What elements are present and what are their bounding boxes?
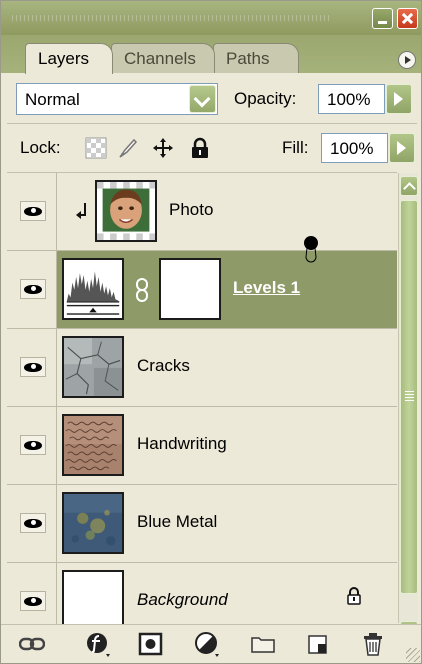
layer-row-photo[interactable]: Photo xyxy=(7,173,397,251)
scroll-up-button[interactable] xyxy=(400,176,418,196)
lock-icon xyxy=(347,587,361,605)
layer-row-blue-metal[interactable]: Blue Metal xyxy=(7,485,397,563)
tab-channels[interactable]: Channels xyxy=(111,43,215,73)
opacity-slider-button[interactable] xyxy=(386,84,412,114)
panel-tabs: Paths Channels Layers xyxy=(1,35,421,74)
layer-row-background[interactable]: Background xyxy=(7,563,397,624)
visibility-toggle[interactable] xyxy=(7,485,57,562)
minimize-button[interactable] xyxy=(372,8,393,29)
layer-name[interactable]: Photo xyxy=(169,200,213,220)
panel-title-bar[interactable] xyxy=(1,1,421,35)
layer-thumbnail xyxy=(62,492,124,554)
delete-layer-icon[interactable] xyxy=(360,631,386,657)
fill-label: Fill: xyxy=(282,138,309,157)
layer-thumbnail xyxy=(62,570,124,624)
eye-icon[interactable] xyxy=(20,435,46,455)
blend-mode-value: Normal xyxy=(25,90,80,109)
layer-row-handwriting[interactable]: Handwriting xyxy=(7,407,397,485)
panel-menu-button[interactable] xyxy=(398,51,416,69)
chevron-down-icon[interactable] xyxy=(189,85,216,113)
lock-pixels-icon[interactable] xyxy=(117,137,139,159)
layer-name[interactable]: Levels 1 xyxy=(233,278,300,298)
layer-name[interactable]: Background xyxy=(137,590,228,610)
add-mask-icon[interactable] xyxy=(138,631,164,657)
tab-paths[interactable]: Paths xyxy=(213,43,299,73)
divider xyxy=(7,123,417,124)
layers-toolbar xyxy=(1,624,421,663)
eye-icon[interactable] xyxy=(20,201,46,221)
new-layer-icon[interactable] xyxy=(305,631,331,657)
lock-all-icon[interactable] xyxy=(189,137,211,159)
tab-layers-label: Layers xyxy=(38,49,90,68)
layers-list: Photo Levels 1 Cracks Handwriting Blue M… xyxy=(7,172,397,624)
layer-row-levels-1[interactable]: Levels 1 xyxy=(7,251,397,329)
layer-name[interactable]: Blue Metal xyxy=(137,512,217,532)
tab-paths-label: Paths xyxy=(226,49,270,68)
new-adjustment-icon[interactable] xyxy=(194,631,220,657)
visibility-toggle[interactable] xyxy=(7,329,57,406)
title-bar-grip[interactable] xyxy=(9,15,329,21)
layer-row-cracks[interactable]: Cracks xyxy=(7,329,397,407)
lock-label: Lock: xyxy=(20,138,61,157)
layer-thumbnail xyxy=(95,180,157,242)
opacity-input[interactable]: 100% xyxy=(318,84,385,114)
eye-icon[interactable] xyxy=(20,357,46,377)
visibility-toggle[interactable] xyxy=(7,563,57,624)
eye-icon[interactable] xyxy=(20,279,46,299)
link-chain-icon[interactable] xyxy=(135,277,149,303)
layer-mask-thumbnail[interactable] xyxy=(159,258,221,320)
layer-style-icon[interactable] xyxy=(85,631,111,657)
layer-thumbnail xyxy=(62,336,124,398)
layers-scrollbar[interactable] xyxy=(398,173,418,641)
link-layers-icon[interactable] xyxy=(19,631,45,657)
blend-mode-select[interactable]: Normal xyxy=(16,83,218,115)
visibility-toggle[interactable] xyxy=(7,173,57,250)
tab-channels-label: Channels xyxy=(124,49,196,68)
opacity-label: Opacity: xyxy=(234,89,297,108)
visibility-toggle[interactable] xyxy=(7,251,57,328)
eye-icon[interactable] xyxy=(20,591,46,611)
tab-layers[interactable]: Layers xyxy=(25,43,113,74)
new-group-icon[interactable] xyxy=(250,631,276,657)
fill-slider-button[interactable] xyxy=(389,133,415,163)
fill-value: 100% xyxy=(330,139,374,158)
lock-transparent-icon[interactable] xyxy=(85,137,107,159)
visibility-toggle[interactable] xyxy=(7,407,57,484)
eye-icon[interactable] xyxy=(20,513,46,533)
clipping-arrow-icon xyxy=(76,203,86,219)
lock-position-icon[interactable] xyxy=(152,137,174,159)
fill-input[interactable]: 100% xyxy=(321,133,388,163)
layers-panel: Paths Channels Layers Normal Opacity: 10… xyxy=(0,0,422,664)
layer-name[interactable]: Handwriting xyxy=(137,434,227,454)
opacity-value: 100% xyxy=(327,90,371,109)
scroll-thumb[interactable] xyxy=(400,200,418,594)
resize-grip[interactable] xyxy=(406,648,420,662)
layer-name[interactable]: Cracks xyxy=(137,356,190,376)
layer-thumbnail xyxy=(62,414,124,476)
close-button[interactable] xyxy=(397,8,418,29)
hand-cursor-icon xyxy=(304,236,318,263)
levels-histogram-icon xyxy=(62,258,124,320)
